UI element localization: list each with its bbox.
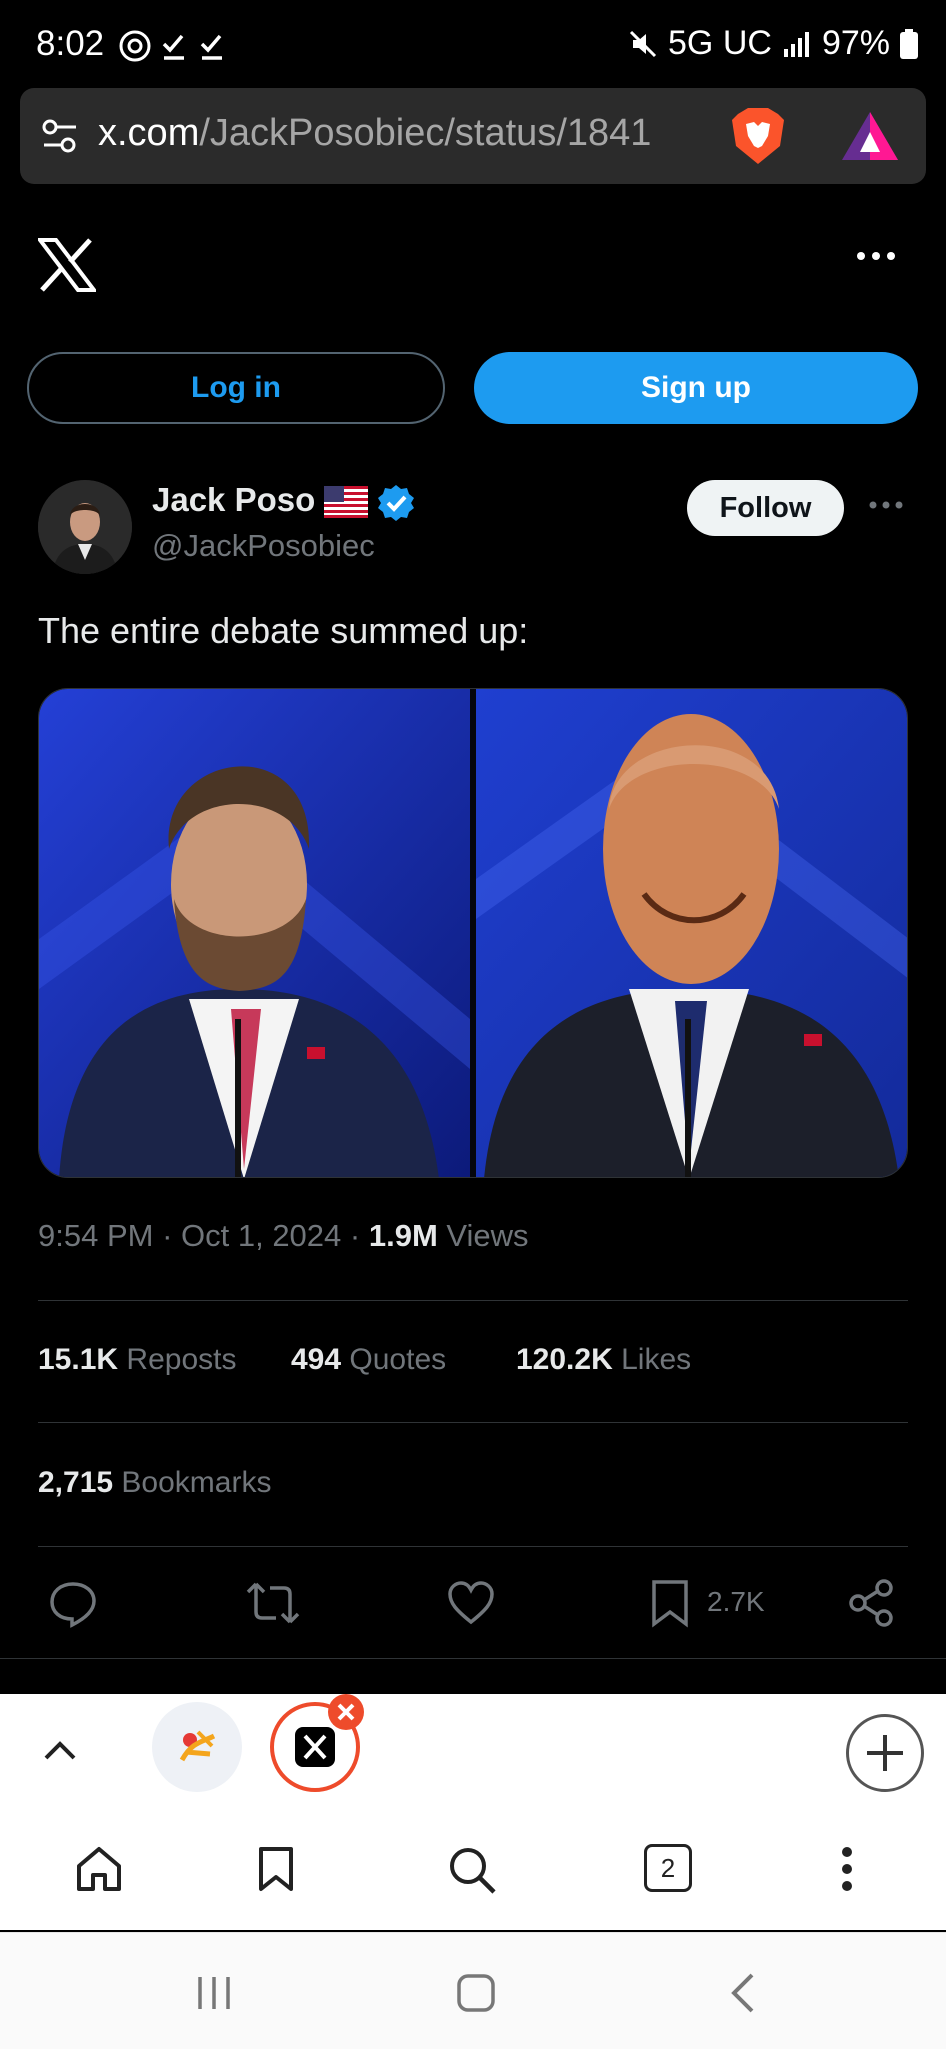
url-bar[interactable]: x.com/JackPosobiec/status/1841: [20, 88, 926, 184]
chevron-up-icon[interactable]: [40, 1730, 80, 1770]
us-flag-icon: [324, 486, 368, 518]
url-path: /JackPosobiec/status/1841: [199, 112, 652, 154]
browser-menu-icon[interactable]: [840, 1844, 854, 1894]
divider: [38, 1300, 908, 1301]
mute-icon: [629, 30, 657, 57]
follow-button[interactable]: Follow: [687, 480, 844, 536]
tab-switcher-button[interactable]: 2: [644, 1844, 692, 1892]
bookmarks-stat[interactable]: 2,715 Bookmarks: [38, 1466, 271, 1500]
likes-label: Likes: [621, 1343, 692, 1376]
verified-badge-icon: [376, 483, 416, 523]
divider: [38, 1422, 908, 1423]
meta-separator: ·: [162, 1218, 182, 1253]
likes-count: 120.2K: [516, 1343, 613, 1376]
network-label: 5G UC: [668, 24, 772, 62]
home-nav-icon[interactable]: [456, 1973, 496, 2013]
tweet-date[interactable]: Oct 1, 2024: [181, 1218, 341, 1253]
x-logo-icon[interactable]: [38, 238, 96, 292]
close-tab-icon[interactable]: [328, 1694, 364, 1730]
brave-shields-icon[interactable]: [730, 106, 786, 166]
status-time: 8:02: [36, 24, 105, 63]
like-icon[interactable]: [446, 1578, 496, 1628]
author-handle[interactable]: @JackPosobiec: [152, 528, 375, 564]
battery-percent: 97%: [821, 24, 890, 62]
avatar[interactable]: [38, 480, 132, 574]
quotes-count: 494: [291, 1343, 342, 1376]
browser-bottom-bar: 2: [0, 1694, 946, 1930]
reposts-label: Reposts: [126, 1343, 237, 1376]
recent-apps-icon[interactable]: [194, 1975, 234, 2011]
bookmarks-nav-icon[interactable]: [256, 1844, 296, 1894]
bookmark-count: 2.7K: [707, 1586, 765, 1617]
status-bar: 8:02 5G UC 97%: [0, 0, 946, 88]
meta-separator: ·: [349, 1218, 369, 1253]
search-icon[interactable]: [446, 1844, 498, 1896]
system-nav-bar: [0, 1932, 946, 2049]
url-host: x.com: [98, 112, 200, 154]
quotes-stat[interactable]: 494 Quotes: [291, 1343, 446, 1377]
likes-stat[interactable]: 120.2K Likes: [516, 1343, 691, 1377]
divider: [38, 1546, 908, 1547]
tweet-media-image[interactable]: [38, 688, 908, 1178]
new-tab-button[interactable]: [846, 1714, 924, 1792]
x-more-icon[interactable]: [856, 250, 896, 262]
repost-icon[interactable]: [246, 1578, 300, 1628]
views-label: Views: [446, 1218, 529, 1253]
share-icon[interactable]: [848, 1578, 894, 1628]
site-settings-icon[interactable]: [40, 118, 80, 154]
url-text[interactable]: x.com/JackPosobiec/status/1841: [98, 112, 651, 155]
tweet-time[interactable]: 9:54 PM: [38, 1218, 153, 1253]
back-nav-icon[interactable]: [728, 1971, 758, 2015]
plus-icon: [867, 1735, 903, 1771]
bookmarks-count: 2,715: [38, 1466, 114, 1499]
login-button[interactable]: Log in: [27, 352, 445, 424]
reposts-stat[interactable]: 15.1K Reposts: [38, 1343, 236, 1377]
tab-favicon-1[interactable]: [152, 1702, 242, 1792]
status-notification-icons: [118, 28, 238, 64]
tweet-meta: 9:54 PM · Oct 1, 2024 · 1.9M Views: [38, 1218, 529, 1254]
tweet-more-icon[interactable]: [868, 500, 904, 510]
reposts-count: 15.1K: [38, 1343, 119, 1376]
bookmarks-label: Bookmarks: [121, 1466, 272, 1499]
tweet-text: The entire debate summed up:: [38, 610, 529, 651]
home-icon[interactable]: [74, 1844, 124, 1894]
signup-button[interactable]: Sign up: [474, 352, 918, 424]
reply-icon[interactable]: [48, 1578, 98, 1628]
views-count: 1.9M: [368, 1218, 438, 1253]
status-right: 5G UC 97%: [628, 24, 918, 63]
bookmark-icon[interactable]: [650, 1578, 690, 1628]
author-name[interactable]: Jack Poso: [152, 481, 315, 519]
battery-icon: [900, 28, 918, 59]
brave-rewards-icon[interactable]: [840, 108, 900, 164]
signal-icon: [783, 31, 809, 57]
divider: [0, 1658, 946, 1659]
quotes-label: Quotes: [349, 1343, 447, 1376]
x-tab-icon: [295, 1727, 335, 1767]
